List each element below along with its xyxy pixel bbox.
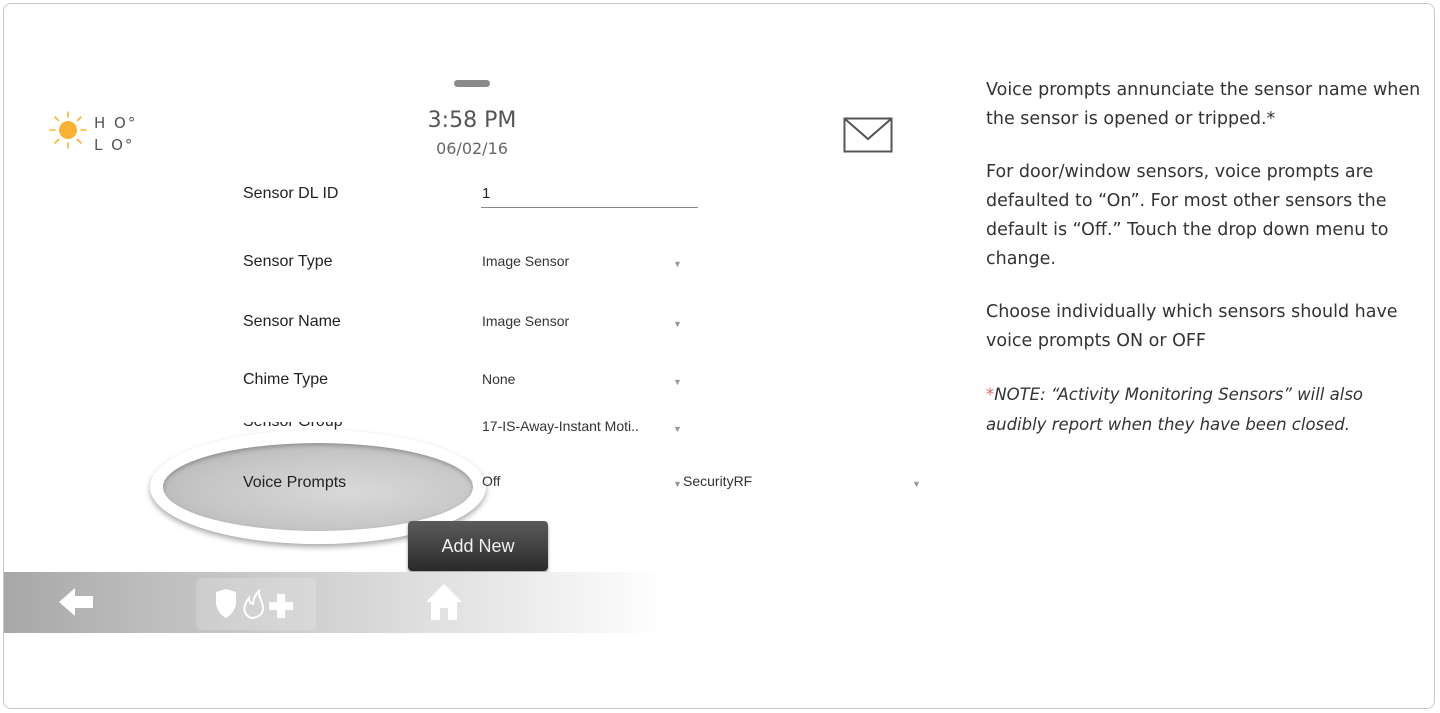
mail-icon[interactable]: [843, 117, 893, 153]
row-sensor-type: Sensor Type Image Sensor ▼: [0, 253, 950, 293]
sensor-dl-id-input[interactable]: 1: [482, 185, 490, 202]
weather-widget[interactable]: H O° L O°: [48, 110, 158, 160]
flame-icon: [243, 588, 265, 620]
row-sensor-group: 17-IS-Away-Instant Moti.. ▼: [0, 418, 950, 458]
chevron-down-icon[interactable]: ▼: [673, 424, 682, 434]
footnote-mark: *: [1266, 109, 1276, 129]
chevron-down-icon[interactable]: ▼: [912, 479, 921, 489]
note-text: NOTE: “Activity Monitoring Sensors” will…: [986, 385, 1364, 434]
note-asterisk: *: [986, 385, 995, 404]
bottom-nav-bar: [4, 572, 664, 633]
voice-source-dropdown[interactable]: SecurityRF: [683, 473, 752, 489]
row-voice-prompts: Off ▼ SecurityRF ▼: [0, 473, 950, 513]
chime-type-dropdown[interactable]: None: [482, 371, 515, 387]
row-sensor-dl-id: Sensor DL ID 1: [0, 185, 950, 225]
sun-icon: [49, 111, 87, 149]
sensor-dl-id-underline: [481, 207, 698, 208]
sensor-name-label: Sensor Name: [243, 313, 341, 330]
voice-prompts-dropdown[interactable]: Off: [482, 473, 500, 489]
add-new-button[interactable]: Add New: [408, 521, 548, 571]
temp-low: L O°: [94, 136, 135, 154]
clock: 3:58 PM 06/02/16: [372, 108, 572, 158]
help-text-1: Voice prompts annunciate the sensor name…: [986, 80, 1421, 129]
shield-icon: [216, 589, 236, 618]
back-arrow-icon[interactable]: [59, 588, 95, 616]
pull-down-handle[interactable]: [454, 80, 490, 87]
home-icon[interactable]: [424, 582, 464, 622]
chevron-down-icon[interactable]: ▼: [673, 319, 682, 329]
emergency-button[interactable]: [196, 578, 316, 630]
clock-time: 3:58 PM: [427, 108, 517, 133]
help-note: *NOTE: “Activity Monitoring Sensors” wil…: [986, 380, 1426, 440]
sensor-name-dropdown[interactable]: Image Sensor: [482, 313, 569, 329]
help-paragraph-3: Choose individually which sensors should…: [986, 302, 1398, 351]
help-paragraph-1: Voice prompts annunciate the sensor name…: [986, 76, 1426, 134]
sensor-group-dropdown[interactable]: 17-IS-Away-Instant Moti..: [482, 418, 639, 434]
help-text-panel: Voice prompts annunciate the sensor name…: [986, 76, 1426, 464]
chevron-down-icon[interactable]: ▼: [673, 259, 682, 269]
row-chime-type: Chime Type None ▼: [0, 371, 950, 411]
chime-type-label: Chime Type: [243, 371, 329, 388]
clock-date: 06/02/16: [436, 139, 508, 158]
sensor-type-dropdown[interactable]: Image Sensor: [482, 253, 569, 269]
sensor-type-label: Sensor Type: [243, 253, 333, 270]
chevron-down-icon[interactable]: ▼: [673, 479, 682, 489]
row-sensor-name: Sensor Name Image Sensor ▼: [0, 313, 950, 353]
plus-icon: [269, 594, 293, 618]
sensor-dl-id-label: Sensor DL ID: [243, 185, 339, 202]
panel-screenshot: H O° L O° 3:58 PM 06/02/16 Sensor DL ID …: [0, 0, 950, 713]
chevron-down-icon[interactable]: ▼: [673, 377, 682, 387]
temp-high: H O°: [94, 114, 138, 132]
help-paragraph-2: For door/window sensors, voice prompts a…: [986, 162, 1389, 269]
